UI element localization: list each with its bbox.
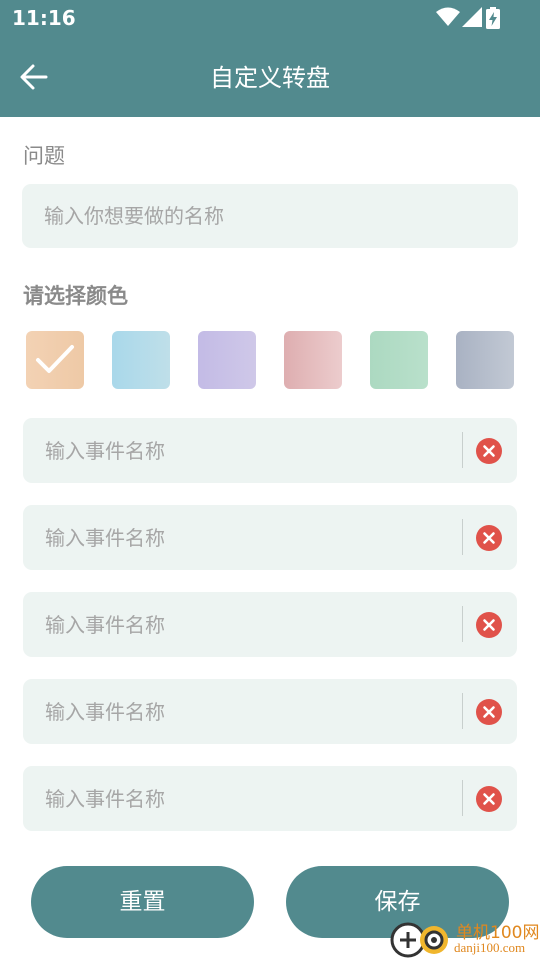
event-name-input[interactable]: [23, 592, 458, 657]
close-icon: [483, 619, 495, 631]
event-name-input[interactable]: [23, 766, 458, 831]
close-icon: [483, 793, 495, 805]
event-row: [23, 766, 517, 831]
watermark-url: danji100.com: [454, 940, 526, 955]
delete-event-button[interactable]: [476, 612, 502, 638]
event-name-input[interactable]: [23, 505, 458, 570]
color-label: 请选择颜色: [23, 284, 128, 308]
check-icon: [36, 345, 74, 373]
event-divider: [462, 519, 463, 555]
color-swatch-pink[interactable]: [284, 331, 342, 389]
color-swatch-slate[interactable]: [456, 331, 514, 389]
event-row: [23, 418, 517, 483]
delete-event-button[interactable]: [476, 438, 502, 464]
color-swatch-peach[interactable]: [26, 331, 84, 389]
event-divider: [462, 693, 463, 729]
delete-event-button[interactable]: [476, 525, 502, 551]
color-swatch-lavender[interactable]: [198, 331, 256, 389]
battery-charging-icon: [486, 7, 500, 29]
status-bar: 11:16: [0, 0, 540, 36]
event-name-input[interactable]: [23, 679, 458, 744]
status-time: 11:16: [12, 6, 76, 30]
close-icon: [483, 445, 495, 457]
reset-button[interactable]: 重置: [31, 866, 254, 938]
status-icons: [436, 7, 500, 29]
watermark-logo: [390, 922, 448, 958]
close-icon: [483, 706, 495, 718]
event-divider: [462, 780, 463, 816]
color-swatch-mint[interactable]: [370, 331, 428, 389]
color-swatch-sky-blue[interactable]: [112, 331, 170, 389]
wifi-icon: [436, 7, 460, 26]
event-divider: [462, 606, 463, 642]
signal-icon: [462, 7, 482, 27]
watermark: 单机100网 danji100.com: [390, 918, 540, 960]
delete-event-button[interactable]: [476, 699, 502, 725]
event-row: [23, 505, 517, 570]
event-row: [23, 592, 517, 657]
app-bar: 自定义转盘: [0, 36, 540, 117]
close-icon: [483, 532, 495, 544]
page-title: 自定义转盘: [210, 64, 330, 92]
event-name-input[interactable]: [23, 418, 458, 483]
question-input[interactable]: [22, 184, 518, 248]
event-divider: [462, 432, 463, 468]
question-label: 问题: [23, 144, 65, 168]
delete-event-button[interactable]: [476, 786, 502, 812]
event-row: [23, 679, 517, 744]
